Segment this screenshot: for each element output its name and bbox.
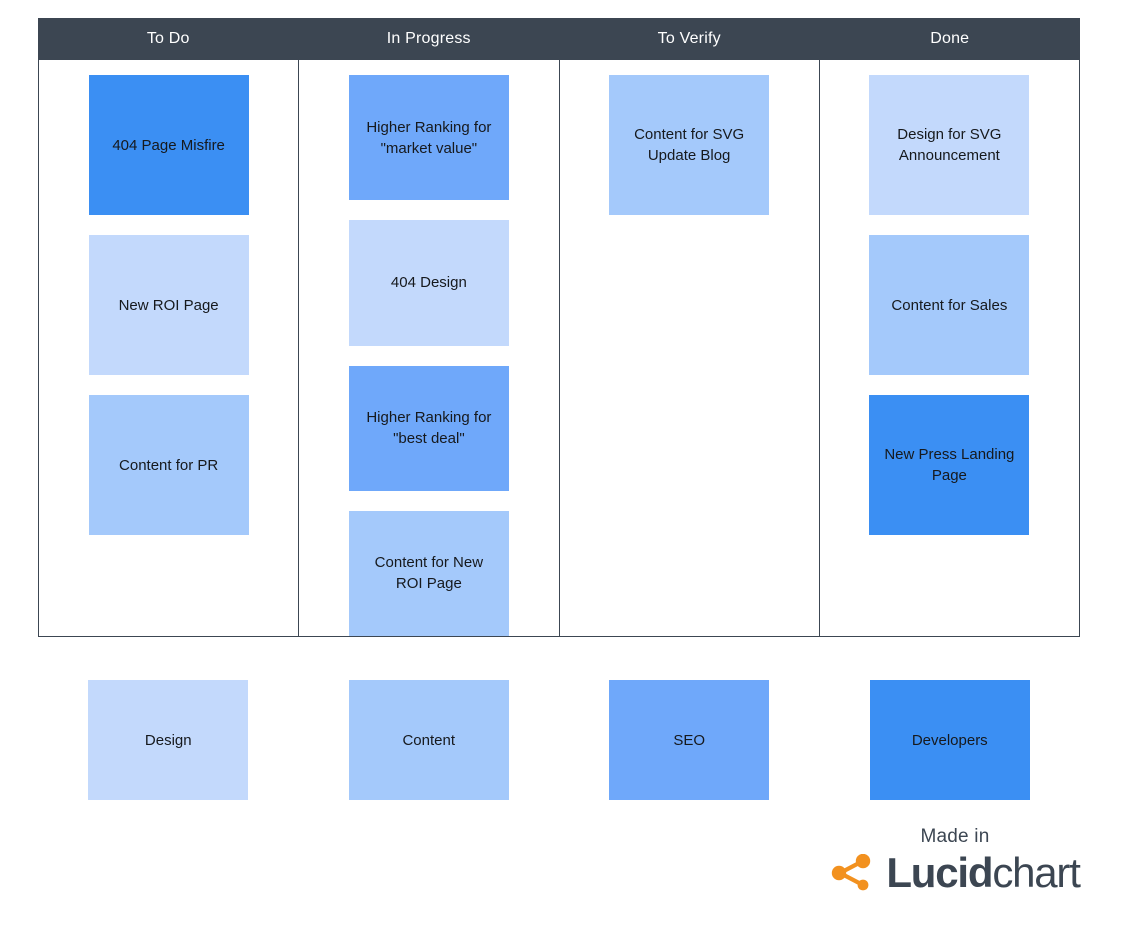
legend-label: SEO	[673, 731, 706, 749]
column-header-done: Done	[930, 30, 970, 47]
card[interactable]: Higher Ranking for "market value"	[348, 75, 509, 201]
board-body: 404 Page Misfire New ROI Page Content fo…	[38, 60, 1080, 637]
legend-cell: SEO	[559, 680, 820, 800]
card-label: 404 Design	[390, 274, 467, 292]
column-header-to-do: To Do	[146, 30, 190, 47]
column-in-progress: Higher Ranking for "market value" 404 De…	[299, 60, 560, 636]
card-label: Content for New ROI Page	[374, 554, 484, 593]
legend-swatch-design[interactable]: Design	[88, 680, 249, 800]
legend-swatch-seo[interactable]: SEO	[609, 680, 770, 800]
column-done: Design for SVG Announcement Content for …	[820, 60, 1079, 636]
column-header-to-verify: To Verify	[657, 30, 721, 47]
card-label: New Press Landing Page	[884, 446, 1015, 484]
legend-swatch-developers[interactable]: Developers	[869, 680, 1030, 800]
card-label: Content for SVG Update Blog	[634, 126, 745, 164]
card[interactable]: Higher Ranking for "best deal"	[348, 365, 509, 491]
card-label: Higher Ranking for "best deal"	[366, 409, 492, 448]
legend-cell: Design	[38, 680, 299, 800]
board-column-header-row: To Do In Progress To Verify Done	[38, 18, 1080, 60]
card-label: 404 Page Misfire	[112, 136, 225, 154]
card-label: Higher Ranking for "market value"	[366, 118, 492, 157]
kanban-board-page: To Do In Progress To Verify Done 404 Pag…	[0, 0, 1133, 940]
card[interactable]: Content for New ROI Page	[348, 510, 509, 636]
card[interactable]: New ROI Page	[88, 235, 249, 375]
card[interactable]: Content for Sales	[869, 235, 1030, 375]
card-label: Content for PR	[119, 456, 219, 474]
wordmark-lucid: Lucid	[886, 849, 993, 896]
lucidchart-logo: Lucidchart	[830, 849, 1081, 896]
legend-label: Design	[144, 731, 192, 749]
card-label: Content for Sales	[891, 296, 1008, 314]
legend-label: Content	[402, 731, 456, 749]
card-label: New ROI Page	[118, 296, 219, 314]
category-legend: Design Content SEO Developers	[38, 680, 1080, 800]
card[interactable]: Content for PR	[88, 395, 249, 535]
card[interactable]: Design for SVG Announcement	[869, 75, 1030, 215]
column-to-verify: Content for SVG Update Blog	[560, 60, 820, 636]
card[interactable]: 404 Design	[348, 220, 509, 346]
kanban-board: To Do In Progress To Verify Done 404 Pag…	[38, 18, 1080, 637]
lucidchart-attribution: Made in Lucidchart	[820, 826, 1090, 894]
card[interactable]: New Press Landing Page	[869, 395, 1030, 535]
legend-swatch-content[interactable]: Content	[348, 680, 509, 800]
legend-label: Developers	[911, 731, 988, 749]
card[interactable]: Content for SVG Update Blog	[609, 75, 770, 215]
column-header-in-progress: In Progress	[386, 30, 471, 47]
legend-cell: Developers	[820, 680, 1081, 800]
card-label: Design for SVG Announcement	[897, 126, 1002, 164]
legend-cell: Content	[299, 680, 560, 800]
lucidchart-wordmark: Lucidchart	[886, 849, 1081, 896]
card[interactable]: 404 Page Misfire	[88, 75, 249, 215]
column-to-do: 404 Page Misfire New ROI Page Content fo…	[39, 60, 300, 636]
lucidchart-logo-mark-icon	[832, 854, 871, 891]
wordmark-chart: chart	[992, 849, 1081, 896]
made-in-label: Made in	[920, 826, 990, 847]
